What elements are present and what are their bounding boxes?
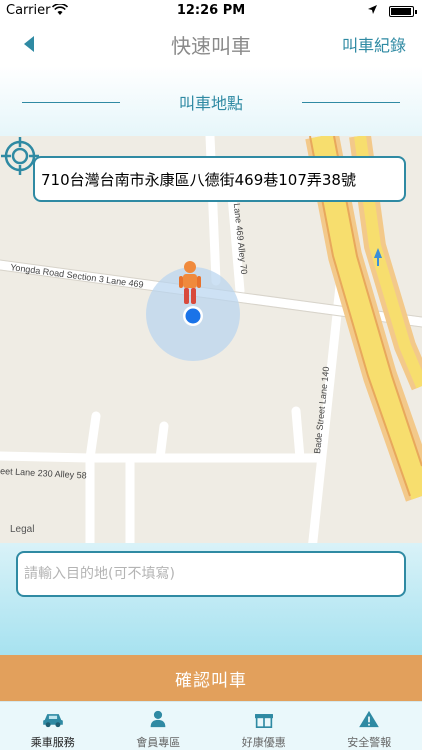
street-label-yongda: Yongda Road Section 3 Lane 469	[10, 262, 144, 290]
tab-label-offers: 好康優惠	[241, 736, 286, 749]
status-time: 12:26 PM	[176, 3, 246, 18]
gift-icon	[254, 714, 273, 728]
map-view[interactable]: Yongda Road Section 3 Lane 469 3 Lane 46…	[0, 136, 422, 550]
pickup-address-field[interactable]: 710台灣台南市永康區八德街469巷107弄38號	[33, 156, 406, 202]
member-icon	[150, 710, 166, 728]
user-location-dot	[185, 308, 201, 324]
tab-bar: 乘車服務 會員專區 好康優惠 安全警報	[0, 701, 422, 750]
location-arrow-icon	[368, 5, 377, 14]
tab-label-safety-alert: 安全警報	[347, 736, 392, 749]
tab-offers[interactable]: 好康優惠	[211, 702, 317, 750]
battery-icon	[389, 6, 417, 17]
nav-bar: 快速叫車 叫車紀錄	[0, 22, 422, 66]
tab-safety-alert[interactable]: 安全警報	[317, 702, 422, 750]
tab-ride-service[interactable]: 乘車服務	[0, 702, 106, 750]
status-bar: Carrier 12:26 PM	[0, 0, 422, 22]
taxi-icon	[42, 714, 63, 728]
section-header: 叫車地點	[0, 66, 422, 136]
street-label-alley-58: eet Lane 230 Alley 58	[0, 466, 87, 481]
history-button[interactable]: 叫車紀錄	[342, 32, 406, 56]
destination-area	[0, 543, 422, 655]
destination-input[interactable]	[16, 551, 406, 597]
tab-label-ride-service: 乘車服務	[30, 736, 75, 749]
tab-label-member: 會員專區	[136, 736, 181, 749]
tab-member[interactable]: 會員專區	[106, 702, 212, 750]
locate-me-icon[interactable]	[0, 136, 40, 176]
divider-right	[302, 102, 400, 103]
confirm-call-button[interactable]: 確認叫車	[0, 655, 422, 701]
warning-icon	[359, 710, 380, 728]
legal-link[interactable]: Legal	[10, 524, 34, 535]
